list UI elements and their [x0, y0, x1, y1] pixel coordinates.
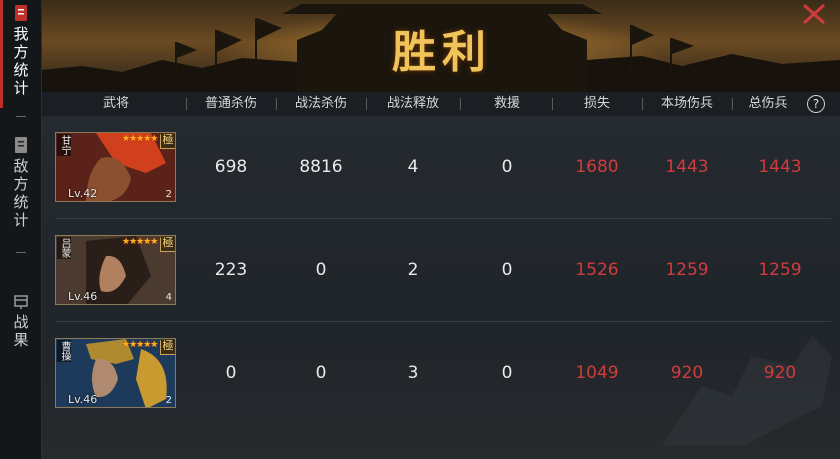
scroll-icon	[15, 5, 27, 21]
tactic-casts-value: 3	[407, 363, 419, 383]
total-wounded-value: 1259	[758, 260, 802, 280]
general-level: Lv.46	[68, 393, 98, 406]
rank-badge: 極	[160, 133, 175, 149]
victory-title: 胜利	[392, 27, 492, 78]
rescue-value: 0	[501, 260, 513, 280]
rank-badge: 極	[160, 236, 175, 252]
general-card[interactable]: 曹操 ★★★★★ 極 Lv.46 2	[55, 338, 176, 408]
total-wounded-value: 920	[763, 363, 797, 383]
battle-wounded-value: 1443	[665, 157, 709, 177]
tactic-casts-value: 4	[407, 157, 419, 177]
star-rating: ★★★★★	[122, 340, 158, 350]
normal-damage-value: 0	[225, 363, 237, 383]
table-row: 曹操 ★★★★★ 極 Lv.46 2 0 0 3 0 1049 920 920	[42, 322, 840, 425]
general-name: 曹操	[57, 340, 71, 362]
header-loss: 损失	[583, 96, 610, 111]
help-icon[interactable]: ?	[807, 95, 825, 113]
divider	[16, 116, 26, 117]
header-separator	[460, 98, 461, 110]
normal-damage-value: 223	[214, 260, 248, 280]
general-name: 甘宁	[57, 134, 71, 156]
tab-enemy-stats[interactable]: 敌方统计	[0, 132, 42, 230]
normal-damage-value: 698	[214, 157, 248, 177]
rescue-value: 0	[501, 157, 513, 177]
header-total-wounded: 总伤兵	[748, 96, 788, 111]
loss-value: 1049	[575, 363, 619, 383]
tab-label: 敌方统计	[11, 158, 30, 230]
table-row: 吕蒙 ★★★★★ 極 Lv.46 4 223 0 2 0 1526 1259 1…	[42, 219, 840, 322]
general-card[interactable]: 吕蒙 ★★★★★ 極 Lv.46 4	[55, 235, 176, 305]
table-header: 武将 普通杀伤 战法杀伤 战法释放 救援 损失 本场伤兵 总伤兵 ?	[42, 92, 840, 116]
battle-wounded-value: 920	[670, 363, 704, 383]
divider	[16, 252, 26, 253]
header-normal-damage: 普通杀伤	[204, 96, 257, 111]
awakening-count: 2	[165, 189, 172, 200]
header-rescue: 救援	[493, 96, 520, 111]
tactic-damage-value: 8816	[299, 157, 343, 177]
awakening-count: 4	[165, 292, 172, 303]
loss-value: 1526	[575, 260, 619, 280]
general-level: Lv.42	[68, 187, 98, 200]
rescue-value: 0	[501, 363, 513, 383]
tab-results[interactable]: 战果	[0, 288, 42, 350]
tab-our-stats[interactable]: 我方统计	[0, 0, 42, 108]
tab-label: 我方统计	[11, 26, 30, 98]
tactic-damage-value: 0	[315, 260, 327, 280]
loss-value: 1680	[575, 157, 619, 177]
header-battle-wounded: 本场伤兵	[660, 96, 713, 111]
chest-icon	[14, 295, 28, 309]
table-row: 甘宁 ★★★★★ 極 Lv.42 2 698 8816 4 0 1680 144…	[42, 116, 840, 219]
awakening-count: 2	[165, 395, 172, 406]
general-card[interactable]: 甘宁 ★★★★★ 極 Lv.42 2	[55, 132, 176, 202]
victory-banner: 胜利	[42, 0, 840, 92]
star-rating: ★★★★★	[122, 134, 158, 144]
close-icon[interactable]	[800, 2, 828, 26]
header-tactic-casts: 战法释放	[386, 96, 439, 111]
tactic-casts-value: 2	[407, 260, 419, 280]
general-level: Lv.46	[68, 290, 98, 303]
total-wounded-value: 1443	[758, 157, 802, 177]
stats-table: 甘宁 ★★★★★ 極 Lv.42 2 698 8816 4 0 1680 144…	[42, 116, 840, 459]
header-separator	[366, 98, 367, 110]
star-rating: ★★★★★	[122, 237, 158, 247]
tactic-damage-value: 0	[315, 363, 327, 383]
tab-label: 战果	[11, 314, 30, 350]
rank-badge: 極	[160, 339, 175, 355]
header-general: 武将	[102, 96, 129, 111]
scroll-icon	[15, 137, 27, 153]
header-tactic-damage: 战法杀伤	[294, 96, 347, 111]
battle-wounded-value: 1259	[665, 260, 709, 280]
general-name: 吕蒙	[57, 237, 71, 259]
sidebar: 我方统计 敌方统计 战果	[0, 0, 42, 459]
